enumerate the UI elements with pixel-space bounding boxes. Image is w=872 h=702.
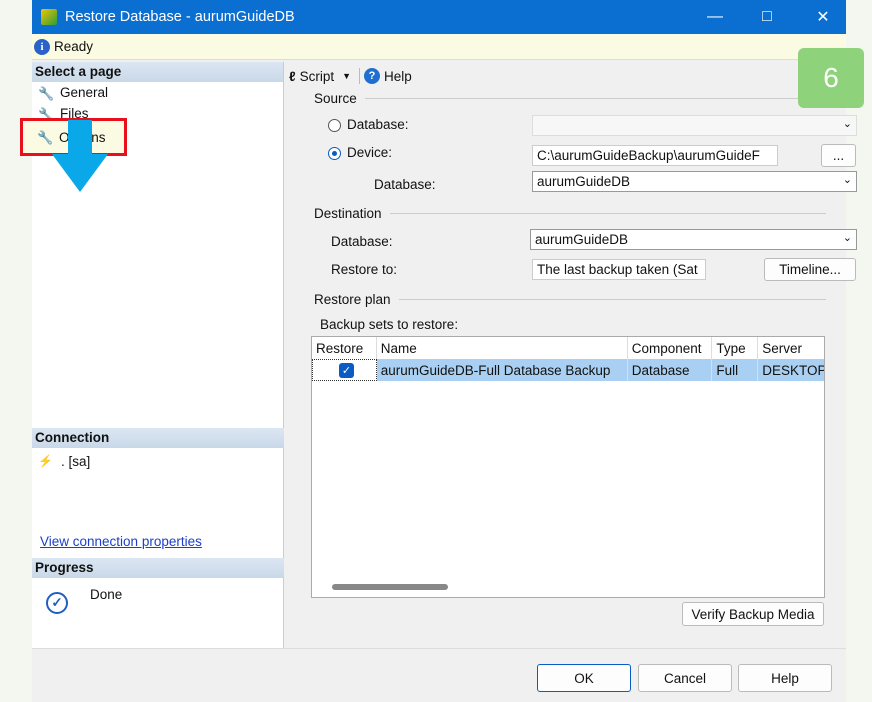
restore-to-label: Restore to: xyxy=(331,262,398,277)
status-text: Ready xyxy=(54,39,94,54)
app-icon xyxy=(41,9,57,25)
type-cell: Full xyxy=(712,359,759,381)
grid-header: Restore Name Component Type Server xyxy=(312,337,824,359)
toolbar: ℓ Script ▼ ? Help xyxy=(285,62,846,90)
script-button[interactable]: Script xyxy=(300,69,335,84)
restore-database-window: Restore Database - aurumGuideDB — □ ✕ i … xyxy=(20,0,857,702)
timeline-button[interactable]: Timeline... xyxy=(764,258,856,281)
browse-device-button[interactable]: ... xyxy=(821,144,856,167)
restore-plan-group: Restore plan xyxy=(314,292,826,307)
script-icon: ℓ xyxy=(289,68,296,84)
component-cell: Database xyxy=(627,359,713,381)
backup-sets-label: Backup sets to restore: xyxy=(320,317,459,332)
restore-cell[interactable]: ✓ xyxy=(312,359,377,381)
source-db-combo[interactable]: aurumGuideDB ⌄ xyxy=(532,171,857,192)
connection-server: . [sa] xyxy=(60,454,91,469)
column-type[interactable]: Type xyxy=(712,337,759,359)
main-pane: ℓ Script ▼ ? Help Source Database: ⌄ Dev… xyxy=(285,62,857,648)
step-badge: 6 xyxy=(798,48,864,108)
close-button[interactable]: ✕ xyxy=(794,0,852,34)
dest-database-label: Database: xyxy=(331,234,393,249)
left-pane: Select a page 🔧General 🔧Files 🔧Options C… xyxy=(20,62,284,648)
wrench-icon: 🔧 xyxy=(38,85,55,101)
done-check-icon: ✓ xyxy=(46,592,68,614)
help-toolbar-button[interactable]: Help xyxy=(384,69,412,84)
source-database-combo[interactable]: ⌄ xyxy=(532,115,857,136)
name-cell: aurumGuideDB-Full Database Backup xyxy=(376,359,628,381)
column-restore[interactable]: Restore xyxy=(312,337,377,359)
arrow-down-icon xyxy=(52,120,108,192)
script-dropdown-icon[interactable]: ▼ xyxy=(342,71,351,81)
maximize-button[interactable]: □ xyxy=(738,0,796,34)
column-name[interactable]: Name xyxy=(376,337,628,359)
destination-group: Destination xyxy=(314,206,826,221)
progress-status: Done xyxy=(90,587,123,602)
progress-header: Progress xyxy=(32,558,284,578)
toolbar-divider xyxy=(359,68,361,84)
restore-checkbox[interactable]: ✓ xyxy=(339,362,354,378)
restore-to-field[interactable]: The last backup taken (Sat xyxy=(532,259,706,280)
verify-backup-media-button[interactable]: Verify Backup Media xyxy=(682,602,824,626)
window-title: Restore Database - aurumGuideDB xyxy=(65,9,295,25)
cancel-button[interactable]: Cancel xyxy=(638,664,732,692)
connection-info: ⚡ . [sa] xyxy=(38,454,90,469)
ok-button[interactable]: OK xyxy=(537,664,631,692)
dialog-buttons: OK Cancel Help xyxy=(32,648,846,702)
device-radio[interactable]: Device: xyxy=(328,145,392,160)
dest-database-combo[interactable]: aurumGuideDB ⌄ xyxy=(530,229,857,250)
server-cell: DESKTOP xyxy=(758,359,824,381)
column-server[interactable]: Server xyxy=(758,337,824,359)
connection-header: Connection xyxy=(32,428,284,448)
horizontal-scrollbar[interactable] xyxy=(332,584,448,590)
help-button[interactable]: Help xyxy=(738,664,832,692)
select-page-header: Select a page xyxy=(32,62,283,82)
source-group: Source xyxy=(314,91,826,106)
info-icon: i xyxy=(34,38,50,55)
backup-sets-grid: Restore Name Component Type Server ✓ aur… xyxy=(311,336,825,598)
device-path-field[interactable]: C:\aurumGuideBackup\aurumGuideF xyxy=(532,145,778,166)
minimize-button[interactable]: — xyxy=(686,0,744,34)
title-bar: Restore Database - aurumGuideDB — □ ✕ xyxy=(32,0,846,34)
table-row[interactable]: ✓ aurumGuideDB-Full Database Backup Data… xyxy=(312,359,824,381)
help-icon: ? xyxy=(364,68,381,84)
database-radio[interactable]: Database: xyxy=(328,117,409,132)
source-db-label: Database: xyxy=(374,177,436,192)
view-connection-properties-link[interactable]: View connection properties xyxy=(40,534,202,549)
sidebar-item-general[interactable]: 🔧 General xyxy=(32,82,283,103)
column-component[interactable]: Component xyxy=(627,337,713,359)
plug-icon: ⚡ xyxy=(38,454,53,468)
status-bar: i Ready xyxy=(32,34,846,60)
